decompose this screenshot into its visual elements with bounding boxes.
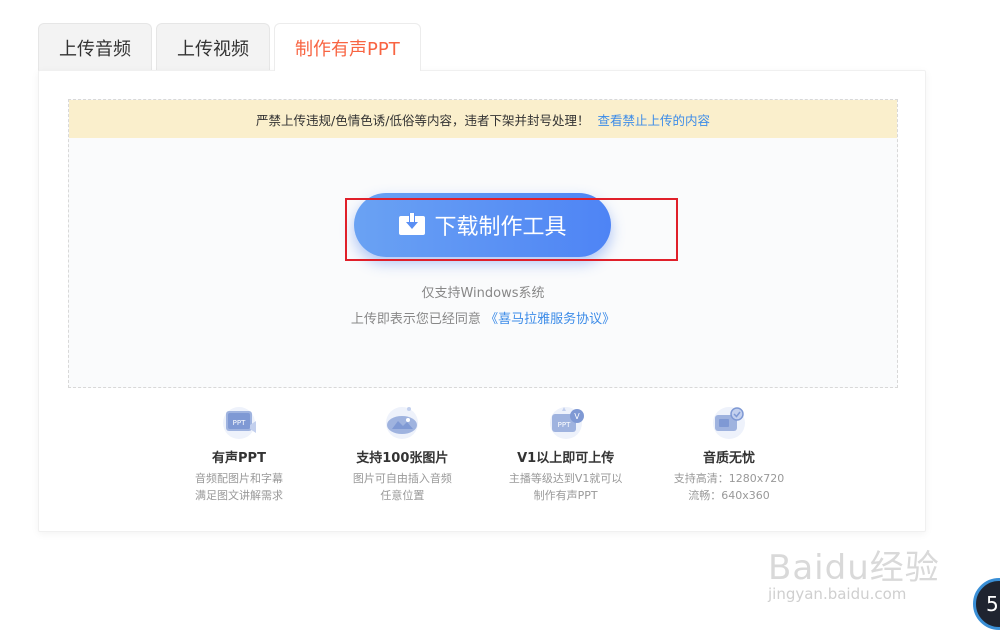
feature-desc: 图片可自由插入音频 任意位置 <box>353 470 452 504</box>
agreement-prefix: 上传即表示您已经同意 <box>350 312 481 327</box>
feature-desc-line: 主播等级达到V1就可以 <box>508 472 623 485</box>
feature-desc-line: 流畅：640x360 <box>688 489 770 502</box>
feature-title: 音质无忧 <box>702 451 755 466</box>
tab-make-ppt[interactable]: 制作有声PPT <box>274 23 421 72</box>
feature-item: 支持100张图片 图片可自由插入音频 任意位置 <box>327 401 477 504</box>
feature-desc-line: 满足图文讲解需求 <box>195 489 283 502</box>
feature-item: PPT 有声PPT 音频配图片和字幕 满足图文讲解需求 <box>164 401 314 504</box>
tab-upload-audio[interactable]: 上传音频 <box>38 23 152 71</box>
forbidden-content-link[interactable]: 查看禁止上传的内容 <box>597 110 710 129</box>
tab-bar: 上传音频 上传视频 制作有声PPT <box>38 23 421 72</box>
notice-bar: 严禁上传违规/色情色诱/低俗等内容，违者下架并封号处理！ 查看禁止上传的内容 <box>69 100 897 138</box>
feature-title: 支持100张图片 <box>356 451 449 466</box>
content-panel: 严禁上传违规/色情色诱/低俗等内容，违者下架并封号处理！ 查看禁止上传的内容 下… <box>38 70 926 532</box>
feature-desc: 支持高清：1280x720 流畅：640x360 <box>674 470 785 504</box>
feature-title: 有声PPT <box>212 451 266 466</box>
service-agreement-link[interactable]: 《喜马拉雅服务协议》 <box>485 312 615 327</box>
feature-desc-line: 支持高清：1280x720 <box>673 472 785 485</box>
baidu-jingyan-watermark: Baidu经验 jingyan.baidu.com <box>768 540 940 603</box>
feature-desc: 音频配图片和字幕 满足图文讲解需求 <box>195 470 283 504</box>
feature-desc-line: 任意位置 <box>380 489 425 502</box>
watermark-logo: Baidu经验 <box>768 548 940 588</box>
feature-item: PPT V V1以上即可上传 主播等级达到V1就可以 制作有声PPT <box>491 401 641 504</box>
notice-text: 严禁上传违规/色情色诱/低俗等内容，违者下架并封号处理！ <box>256 112 590 128</box>
svg-text:PPT: PPT <box>233 419 246 427</box>
windows-only-text: 仅支持Windows系统 <box>421 286 545 301</box>
ppt-icon: PPT <box>217 401 261 441</box>
image-icon <box>380 401 424 441</box>
feature-desc-line: 音频配图片和字幕 <box>195 472 283 485</box>
agreement-text: 上传即表示您已经同意 《喜马拉雅服务协议》 <box>69 308 897 327</box>
quality-icon <box>707 401 751 441</box>
feature-desc-line: 制作有声PPT <box>533 489 598 502</box>
svg-text:V: V <box>574 412 580 421</box>
feature-title: V1以上即可上传 <box>517 451 615 466</box>
highlight-annotation-box <box>345 198 678 261</box>
feature-list: PPT 有声PPT 音频配图片和字幕 满足图文讲解需求 支持100张图片 图片可… <box>164 401 804 504</box>
svg-text:PPT: PPT <box>557 421 570 429</box>
feature-desc: 主播等级达到V1就可以 制作有声PPT <box>509 470 623 504</box>
feature-item: 音质无忧 支持高清：1280x720 流畅：640x360 <box>654 401 804 504</box>
step-badge: 5 <box>973 578 1000 630</box>
feature-desc-line: 图片可自由插入音频 <box>352 472 452 485</box>
tab-upload-video[interactable]: 上传视频 <box>156 23 270 71</box>
v1-ppt-icon: PPT V <box>544 401 588 441</box>
